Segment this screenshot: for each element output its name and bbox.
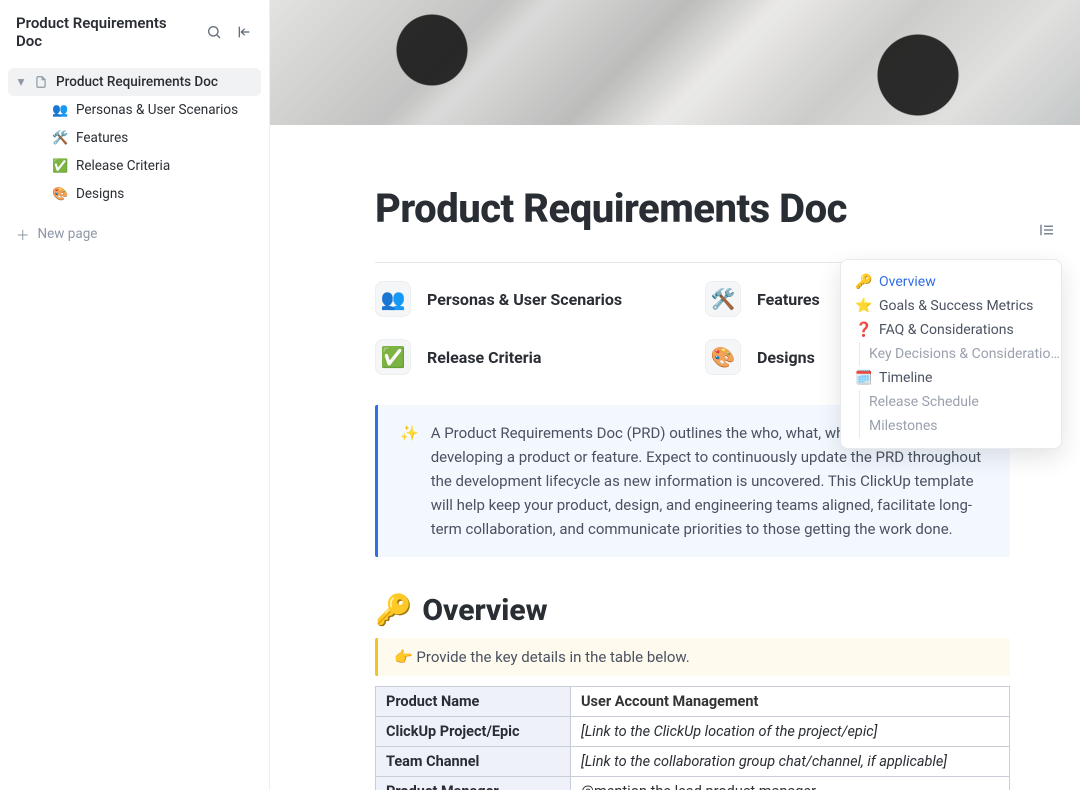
table-row: Team Channel [Link to the collaboration …: [376, 747, 1010, 777]
overview-heading-text: Overview: [422, 593, 547, 628]
search-icon[interactable]: [203, 21, 225, 43]
features-icon: 🛠️: [52, 131, 68, 146]
tree-item-designs[interactable]: 🎨 Designs: [8, 180, 261, 208]
table-key: Team Channel: [376, 747, 571, 777]
personas-icon: 👥: [52, 103, 68, 118]
designs-icon: 🎨: [705, 339, 741, 375]
toc-item-release-schedule[interactable]: Release Schedule: [841, 390, 1061, 414]
question-icon: ❓: [855, 322, 871, 338]
toc-label: Goals & Success Metrics: [879, 298, 1033, 314]
toc-label: FAQ & Considerations: [879, 322, 1014, 338]
page-title: Product Requirements Doc: [375, 185, 1080, 232]
new-page-label: New page: [38, 226, 98, 242]
table-row: ClickUp Project/Epic [Link to the ClickU…: [376, 717, 1010, 747]
cover-image: [270, 0, 1080, 125]
key-icon: 🔑: [855, 274, 871, 290]
toc-item-overview[interactable]: 🔑 Overview: [841, 270, 1061, 294]
overview-table: Product Name User Account Management Cli…: [375, 686, 1010, 790]
link-label: Features: [757, 290, 820, 309]
tree-item-personas[interactable]: 👥 Personas & User Scenarios: [8, 96, 261, 124]
chevron-down-icon: ▾: [16, 74, 26, 90]
sidebar-header: Product Requirements Doc: [0, 0, 269, 64]
table-val[interactable]: [Link to the collaboration group chat/ch…: [571, 747, 1010, 777]
sidebar-title: Product Requirements Doc: [16, 14, 195, 50]
toc-label: Release Schedule: [869, 394, 979, 410]
table-val[interactable]: User Account Management: [571, 687, 1010, 717]
doc-icon: [34, 75, 48, 89]
toc-label: Timeline: [879, 370, 932, 386]
toc-label: Key Decisions & Consideratio…: [869, 346, 1060, 362]
toc-label: Milestones: [869, 418, 938, 434]
star-icon: ⭐: [855, 298, 871, 314]
toc-item-timeline[interactable]: 🗓️ Timeline: [841, 366, 1061, 390]
sparkles-icon: ✨: [400, 421, 419, 541]
tree-item-release[interactable]: ✅ Release Criteria: [8, 152, 261, 180]
table-row: Product Name User Account Management: [376, 687, 1010, 717]
overview-tip: 👉 Provide the key details in the table b…: [375, 638, 1010, 676]
collapse-sidebar-icon[interactable]: [233, 21, 255, 43]
tree-root-label: Product Requirements Doc: [56, 74, 218, 90]
calendar-icon: 🗓️: [855, 370, 871, 386]
toc-item-goals[interactable]: ⭐ Goals & Success Metrics: [841, 294, 1061, 318]
toc-item-faq[interactable]: ❓ FAQ & Considerations: [841, 318, 1061, 342]
link-label: Personas & User Scenarios: [427, 290, 622, 309]
plus-icon: ＋: [16, 224, 30, 244]
tree-item-label: Features: [76, 130, 128, 146]
overview-tip-text: Provide the key details in the table bel…: [416, 648, 689, 666]
designs-icon: 🎨: [52, 187, 68, 202]
toc-item-key-decisions[interactable]: Key Decisions & Consideratio…: [841, 342, 1061, 366]
features-icon: 🛠️: [705, 281, 741, 317]
tree-item-label: Personas & User Scenarios: [76, 102, 238, 118]
link-label: Release Criteria: [427, 348, 541, 367]
page-tree: ▾ Product Requirements Doc 👥 Personas & …: [0, 64, 269, 212]
link-release[interactable]: ✅ Release Criteria: [375, 339, 705, 375]
new-page-button[interactable]: ＋ New page: [0, 218, 269, 250]
release-icon: ✅: [52, 159, 68, 174]
point-right-icon: 👉: [394, 648, 413, 666]
sidebar: Product Requirements Doc ▾ Product Requi…: [0, 0, 270, 790]
tree-item-features[interactable]: 🛠️ Features: [8, 124, 261, 152]
personas-icon: 👥: [375, 281, 411, 317]
tree-root[interactable]: ▾ Product Requirements Doc: [8, 68, 261, 96]
outline-popover: 🔑 Overview ⭐ Goals & Success Metrics ❓ F…: [840, 259, 1062, 449]
table-val[interactable]: [Link to the ClickUp location of the pro…: [571, 717, 1010, 747]
link-label: Designs: [757, 348, 815, 367]
outline-toggle-icon[interactable]: [1033, 216, 1061, 244]
toc-item-milestones[interactable]: Milestones: [841, 414, 1061, 438]
table-key: Product Manager: [376, 777, 571, 790]
link-personas[interactable]: 👥 Personas & User Scenarios: [375, 281, 705, 317]
table-key: ClickUp Project/Epic: [376, 717, 571, 747]
table-val[interactable]: @mention the lead product manager: [571, 777, 1010, 790]
overview-heading: 🔑 Overview: [375, 593, 1080, 628]
tree-item-label: Release Criteria: [76, 158, 170, 174]
key-icon: 🔑: [375, 593, 412, 628]
tree-item-label: Designs: [76, 186, 124, 202]
release-icon: ✅: [375, 339, 411, 375]
table-row: Product Manager @mention the lead produc…: [376, 777, 1010, 790]
table-key: Product Name: [376, 687, 571, 717]
toc-label: Overview: [879, 274, 936, 290]
